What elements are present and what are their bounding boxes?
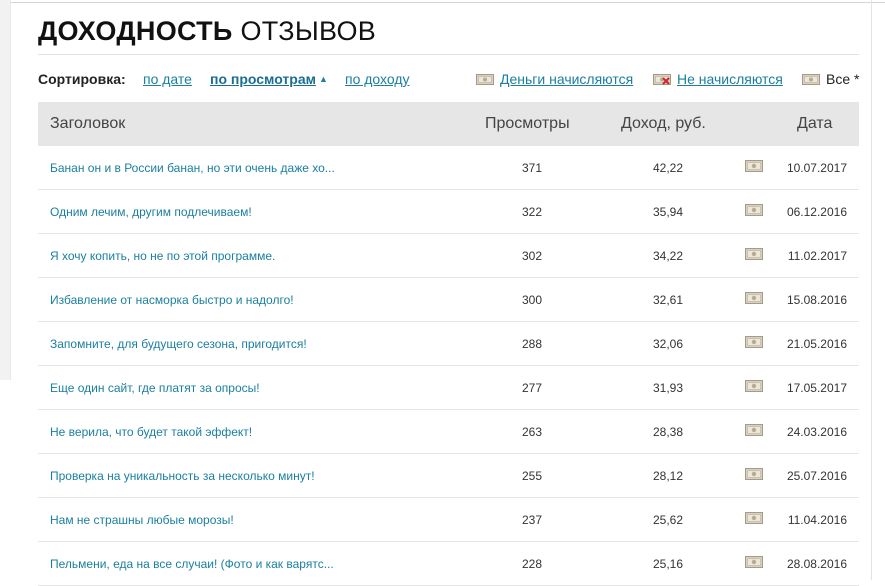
left-sidebar-strip: [0, 0, 11, 380]
money-off-icon: [653, 74, 671, 85]
money-note-icon: [745, 248, 763, 260]
review-date: 24.03.2016: [786, 425, 847, 439]
views-count: 300: [521, 293, 542, 307]
sort-label: Сортировка:: [38, 71, 126, 87]
table-row: Нам не страшны любые морозы! 237 25,62 11.0…: [38, 498, 859, 542]
column-header-date[interactable]: Дата: [797, 115, 832, 133]
page-title: ДОХОДНОСТЬ ОТЗЫВОВ: [38, 16, 376, 47]
views-count: 288: [521, 337, 542, 351]
right-border: [871, 0, 872, 580]
review-title-link[interactable]: Запомните, для будущего сезона, пригодит…: [50, 337, 307, 351]
income-amount: 42,22: [652, 161, 683, 175]
review-date: 25.07.2016: [786, 469, 847, 483]
money-note-icon: [476, 74, 494, 85]
income-amount: 25,16: [652, 557, 683, 571]
sort-asc-arrow-icon: ▲: [318, 74, 328, 84]
income-amount: 28,12: [652, 469, 683, 483]
table-row: Я хочу копить, но не по этой программе. 3…: [38, 234, 859, 278]
views-count: 228: [521, 557, 542, 571]
money-note-icon: [745, 336, 763, 348]
money-note-icon: [745, 204, 763, 216]
table-row: Одним лечим, другим подлечиваем! 322 35,94…: [38, 190, 859, 234]
income-amount: 28,38: [652, 425, 683, 439]
column-header-views[interactable]: Просмотры: [485, 115, 570, 133]
views-count: 237: [521, 513, 542, 527]
filter-all-label: Все *: [826, 71, 860, 87]
income-amount: 34,22: [652, 249, 683, 263]
views-count: 263: [521, 425, 542, 439]
sort-by-income-link[interactable]: по доходу: [345, 71, 410, 87]
review-title-link[interactable]: Я хочу копить, но не по этой программе.: [50, 249, 275, 263]
sort-by-date-link[interactable]: по дате: [143, 71, 192, 87]
review-title-link[interactable]: Избавление от насморка быстро и надолго!: [50, 293, 294, 307]
filter-money-on-link[interactable]: Деньги начисляются: [500, 71, 633, 87]
filter-all[interactable]: Все *: [802, 71, 859, 87]
filter-money-off-link[interactable]: Не начисляются: [677, 71, 783, 87]
views-count: 322: [521, 205, 542, 219]
income-amount: 32,06: [652, 337, 683, 351]
top-border: [0, 2, 885, 3]
review-title-link[interactable]: Проверка на уникальность за несколько ми…: [50, 469, 315, 483]
sort-bar: Сортировка: по дате по просмотрам ▲ по до…: [38, 70, 863, 90]
income-amount: 32,61: [652, 293, 683, 307]
review-title-link[interactable]: Еще один сайт, где платят за опросы!: [50, 381, 260, 395]
views-count: 277: [521, 381, 542, 395]
page-title-light: ОТЗЫВОВ: [240, 16, 377, 46]
views-count: 371: [521, 161, 542, 175]
review-title-link[interactable]: Одним лечим, другим подлечиваем!: [50, 205, 252, 219]
review-date: 10.07.2017: [786, 161, 847, 175]
money-all-icon: [802, 74, 820, 85]
income-amount: 35,94: [652, 205, 683, 219]
money-note-icon: [745, 160, 763, 172]
title-divider: [38, 54, 859, 55]
money-note-icon: [745, 292, 763, 304]
table-row: Проверка на уникальность за несколько ми…: [38, 454, 859, 498]
review-date: 11.04.2016: [787, 513, 847, 527]
reviews-table-body: Банан он и в России банан, но эти очень …: [38, 146, 859, 586]
income-amount: 31,93: [652, 381, 683, 395]
table-row: Запомните, для будущего сезона, пригодит…: [38, 322, 859, 366]
money-note-icon: [745, 556, 763, 568]
filter-money-off[interactable]: Не начисляются: [653, 71, 783, 87]
money-note-icon: [745, 468, 763, 480]
review-title-link[interactable]: Банан он и в России банан, но эти очень …: [50, 161, 335, 175]
table-row: Избавление от насморка быстро и надолго!…: [38, 278, 859, 322]
money-note-icon: [745, 380, 763, 392]
review-title-link[interactable]: Пельмени, еда на все случаи! (Фото и как…: [50, 557, 334, 571]
views-count: 302: [521, 249, 542, 263]
review-date: 28.08.2016: [786, 557, 847, 571]
money-note-icon: [745, 512, 763, 524]
table-header: Заголовок Просмотры Доход, руб. Дата: [38, 102, 859, 146]
money-note-icon: [745, 424, 763, 436]
review-date: 11.02.2017: [787, 249, 847, 263]
review-title-link[interactable]: Нам не страшны любые морозы!: [50, 513, 234, 527]
views-count: 255: [521, 469, 542, 483]
review-date: 21.05.2016: [786, 337, 847, 351]
column-header-title[interactable]: Заголовок: [50, 115, 125, 133]
review-title-link[interactable]: Не верила, что будет такой эффект!: [50, 425, 252, 439]
table-row: Еще один сайт, где платят за опросы! 277 3…: [38, 366, 859, 410]
table-row: Банан он и в России банан, но эти очень …: [38, 146, 859, 190]
column-header-income[interactable]: Доход, руб.: [621, 115, 706, 133]
sort-by-views-label: по просмотрам: [210, 71, 316, 87]
table-row: Не верила, что будет такой эффект! 263 28,…: [38, 410, 859, 454]
review-date: 17.05.2017: [786, 381, 847, 395]
sort-by-views-link[interactable]: по просмотрам ▲: [210, 71, 328, 87]
income-amount: 25,62: [652, 513, 683, 527]
page-title-bold: ДОХОДНОСТЬ: [38, 16, 233, 46]
review-date: 06.12.2016: [786, 205, 847, 219]
table-row: Пельмени, еда на все случаи! (Фото и как…: [38, 542, 859, 586]
review-date: 15.08.2016: [786, 293, 847, 307]
filter-money-on[interactable]: Деньги начисляются: [476, 71, 633, 87]
